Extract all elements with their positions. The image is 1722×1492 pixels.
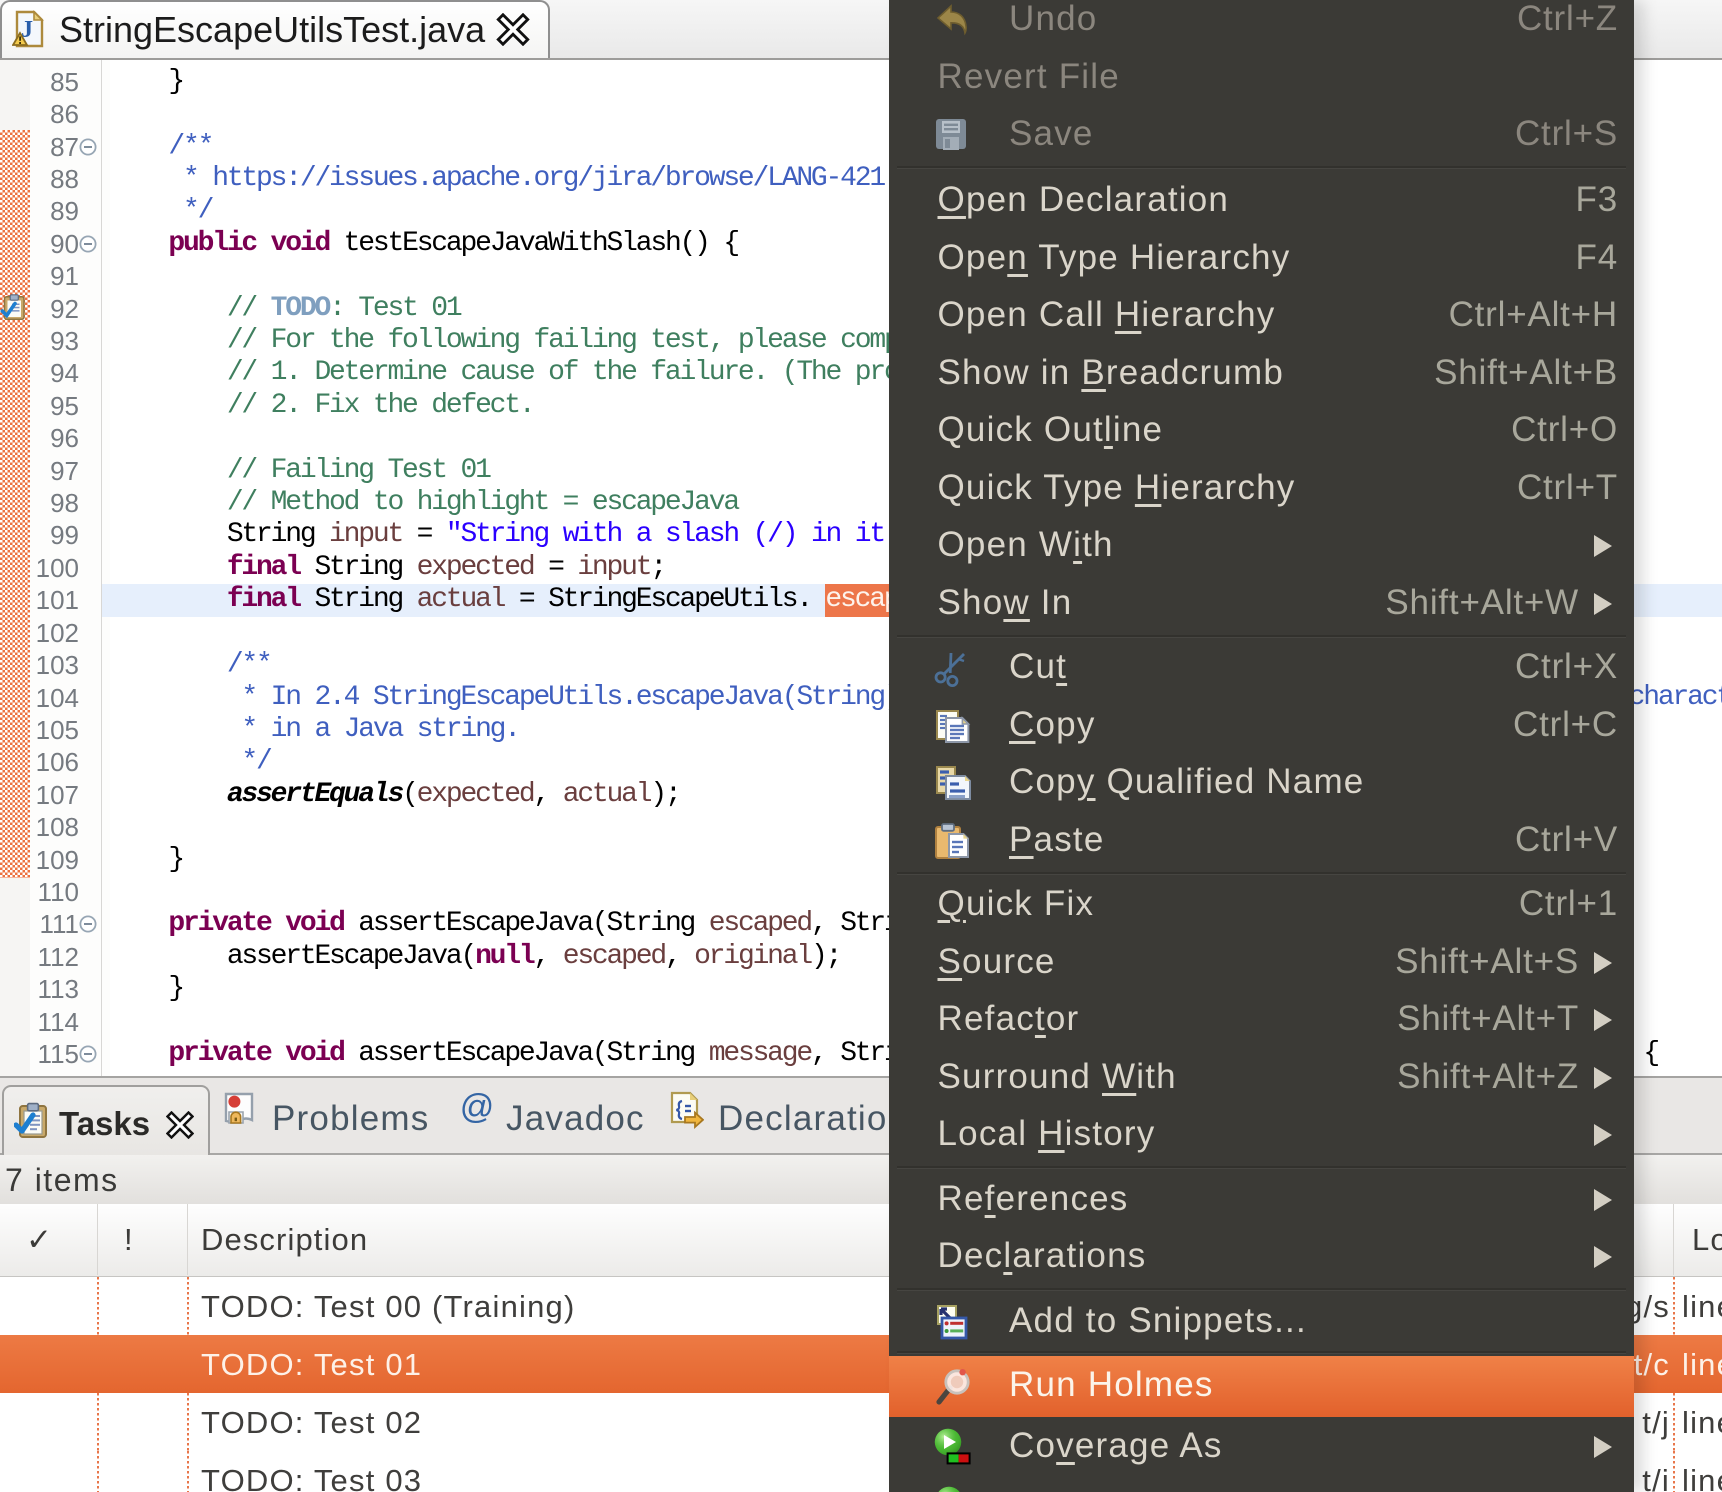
svg-text:@: @ xyxy=(460,1090,494,1126)
